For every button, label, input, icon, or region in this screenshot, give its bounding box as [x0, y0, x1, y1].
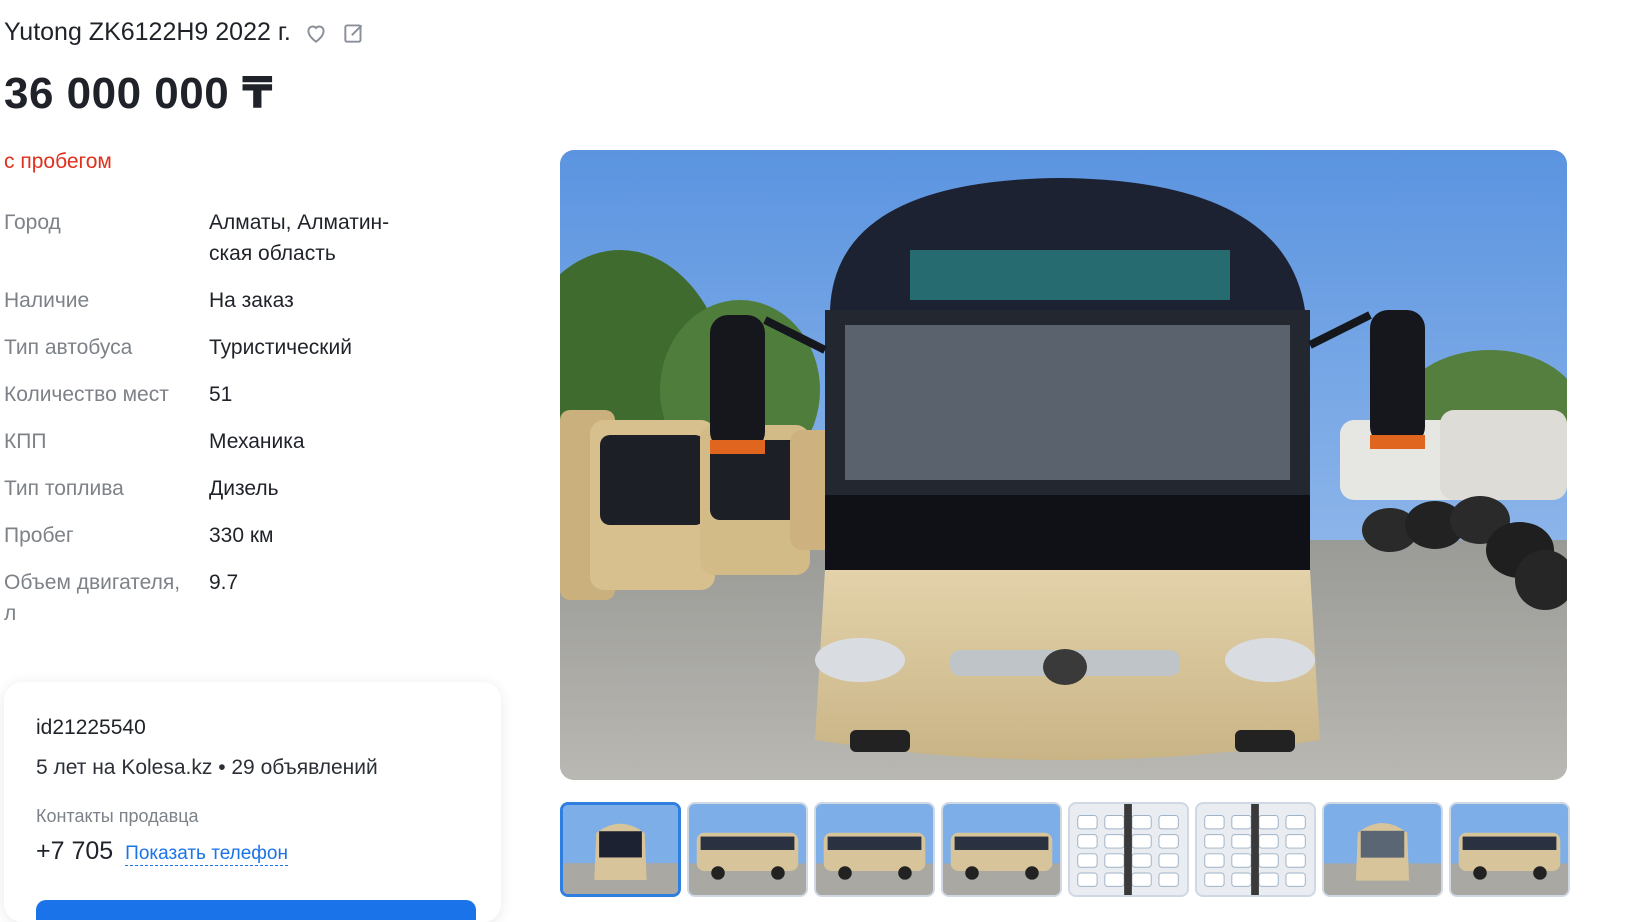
- spec-label: Наличие: [4, 289, 90, 312]
- show-phone-link[interactable]: Показать телефон: [125, 843, 288, 866]
- heart-icon[interactable]: [303, 20, 329, 46]
- spec-value: Алматы, Алматин- ская область: [209, 211, 390, 265]
- spec-row: Пробег 330 км: [4, 520, 424, 551]
- specs-list: Город Алматы, Алматин- ская область Наличи…: [4, 207, 424, 645]
- edit-note-icon[interactable]: [341, 20, 367, 46]
- spec-value: 330 км: [209, 524, 274, 547]
- thumbnail-4[interactable]: [941, 802, 1062, 897]
- thumbnail-5[interactable]: [1068, 802, 1189, 897]
- write-message-button[interactable]: [36, 900, 476, 920]
- spec-label: Пробег: [4, 524, 74, 547]
- spec-value: Туристический: [209, 336, 352, 359]
- seller-card: id21225540 5 лет на Kolesa.kz • 29 объяв…: [4, 682, 501, 922]
- thumbnail-6[interactable]: [1195, 802, 1316, 897]
- spec-row: Наличие На заказ: [4, 285, 424, 316]
- spec-row: КПП Механика: [4, 426, 424, 457]
- thumbnail-2[interactable]: [687, 802, 808, 897]
- spec-row: Количество мест 51: [4, 379, 424, 410]
- spec-value: Дизель: [209, 477, 279, 500]
- spec-row: Объем двигателя, л 9.7: [4, 567, 424, 629]
- contacts-label: Контакты продавца: [36, 806, 199, 826]
- spec-row: Город Алматы, Алматин- ская область: [4, 207, 424, 269]
- spec-label: Город: [4, 211, 61, 234]
- spec-label: Тип топлива: [4, 477, 124, 500]
- main-photo[interactable]: [560, 150, 1567, 780]
- spec-label: КПП: [4, 430, 47, 453]
- thumbnail-1[interactable]: [560, 802, 681, 897]
- spec-value: 51: [209, 383, 233, 406]
- title-row: Yutong ZK6122H9 2022 г.: [4, 18, 367, 47]
- seller-id[interactable]: id21225540: [36, 716, 146, 740]
- spec-value: На заказ: [209, 289, 294, 312]
- spec-label: Объем двигателя, л: [4, 571, 181, 625]
- spec-row: Тип топлива Дизель: [4, 473, 424, 504]
- condition-badge: с пробегом: [4, 150, 112, 173]
- spec-label: Количество мест: [4, 383, 169, 406]
- spec-label: Тип автобуса: [4, 336, 133, 359]
- thumbnail-8[interactable]: [1449, 802, 1570, 897]
- spec-value: Механика: [209, 430, 305, 453]
- phone-number: +7 705: [36, 837, 114, 865]
- thumbnail-3[interactable]: [814, 802, 935, 897]
- thumbnail-strip: [560, 802, 1570, 897]
- listing-title: Yutong ZK6122H9 2022 г.: [4, 18, 291, 46]
- thumbnail-7[interactable]: [1322, 802, 1443, 897]
- spec-row: Тип автобуса Туристический: [4, 332, 424, 363]
- seller-meta: 5 лет на Kolesa.kz • 29 объявлений: [36, 756, 378, 779]
- spec-value: 9.7: [209, 571, 239, 594]
- phone-row: +7 705 Показать телефон: [36, 837, 288, 866]
- listing-price: 36 000 000 ₸: [4, 69, 274, 118]
